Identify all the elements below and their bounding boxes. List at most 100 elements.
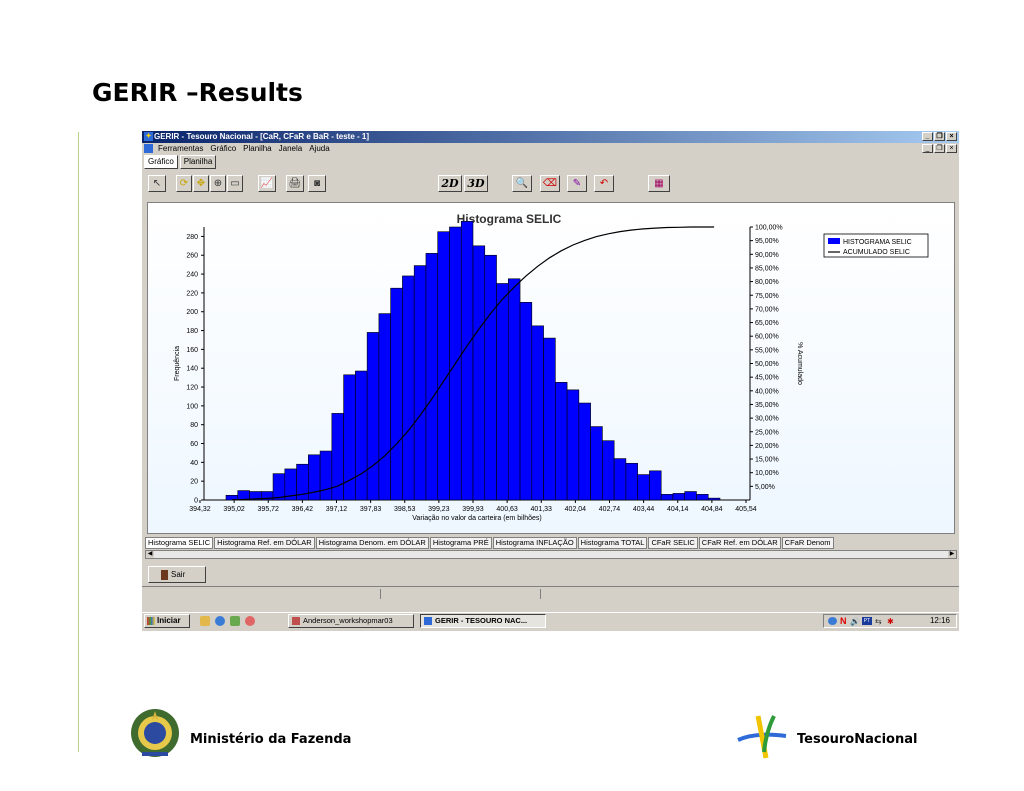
sheet-tab-histograma-total[interactable]: Histograma TOTAL (577, 537, 648, 549)
y2-axis-label: % Acumulado (796, 342, 803, 385)
antivirus-icon[interactable]: N (840, 615, 847, 627)
x-tick-label: 404,84 (701, 506, 723, 513)
desktop-icon[interactable] (200, 616, 210, 626)
tab-planilha[interactable]: Planilha (179, 155, 217, 169)
magnifier-icon[interactable]: 🔍 (512, 175, 532, 192)
doc-close-button[interactable]: × (946, 144, 957, 153)
document-icon (144, 144, 153, 153)
histogram-bar (696, 494, 709, 501)
move-icon[interactable]: ✥ (193, 175, 209, 192)
x-tick-label: 397,83 (360, 506, 382, 513)
speaker-icon[interactable]: 🔊 (850, 616, 860, 628)
histogram-bar (402, 275, 415, 501)
menu-ajuda[interactable]: Ajuda (309, 143, 329, 155)
task-gerir[interactable]: GERIR - TESOURO NAC... (420, 614, 546, 628)
view-tabs: Gráfico Planilha (144, 155, 217, 169)
sheet-tab-cfar-selic[interactable]: CFaR SELIC (648, 537, 698, 549)
histogram-bar (625, 462, 638, 501)
y-tick-label: 280 (186, 234, 198, 241)
menu-grafico[interactable]: Gráfico (210, 143, 236, 155)
ie-icon[interactable] (215, 616, 225, 626)
eraser-icon[interactable]: ⌫ (540, 175, 560, 192)
language-icon[interactable]: PT (862, 617, 872, 625)
x-tick-label: 399,23 (428, 506, 450, 513)
menu-ferramentas[interactable]: Ferramentas (158, 143, 203, 155)
task-powerpoint[interactable]: Anderson_workshopmar03 (288, 614, 414, 628)
app-logo-icon: ✦ (144, 132, 153, 141)
rotate-icon[interactable]: ⟳ (176, 175, 192, 192)
frame-icon[interactable]: ▭ (227, 175, 243, 192)
media-icon[interactable] (245, 616, 255, 626)
print-icon[interactable]: 🖨 (286, 175, 304, 192)
y-tick-label: 180 (186, 328, 198, 335)
x-tick-label: 395,02 (223, 506, 245, 513)
chart-icon[interactable]: 📈 (258, 175, 276, 192)
chart-panel: Histograma SELIC 0 20 40 60 80 100 120 140 160 180… (147, 202, 955, 534)
histogram-bar (637, 474, 650, 501)
x-tick-label: 394,32 (189, 506, 211, 513)
outlook-icon[interactable] (230, 616, 240, 626)
histogram-bar (343, 374, 356, 501)
menu-planilha[interactable]: Planilha (243, 143, 271, 155)
y2-tick-label: 95,00% (755, 238, 779, 245)
app-screenshot: ✦ GERIR - Tesouro Nacional - [CaR, CFaR … (142, 131, 959, 631)
y2-tick-label: 5,00% (755, 484, 775, 491)
legend-label-line: ACUMULADO SELIC (843, 249, 910, 256)
x-tick-label: 404,14 (667, 506, 689, 513)
y2-tick-label: 60,00% (755, 334, 779, 341)
legend-label-bars: HISTOGRAMA SELIC (843, 239, 912, 246)
exit-button-label: Sair (171, 570, 186, 579)
histogram-bar (613, 458, 627, 501)
histogram-bar (507, 278, 521, 501)
undo-icon[interactable]: ↶ (594, 175, 614, 192)
y2-tick-label: 65,00% (755, 320, 779, 327)
grid-icon[interactable]: ▦ (648, 175, 670, 192)
color-icon[interactable]: ◙ (308, 175, 326, 192)
sheet-tab-cfar-ref-dolar[interactable]: CFaR Ref. em DÓLAR (698, 537, 781, 549)
y2-tick-label: 10,00% (755, 470, 779, 477)
histogram-bar (602, 440, 615, 501)
x-axis-label: Variação no valor da carteira (em bilhõe… (412, 515, 541, 522)
zoom-icon[interactable]: ⊕ (210, 175, 226, 192)
footer-ministerio: Ministério da Fazenda (190, 732, 352, 747)
doc-restore-button[interactable]: ❐ (934, 144, 945, 153)
y2-tick-label: 70,00% (755, 306, 779, 313)
view-3d-button[interactable]: 3D (464, 175, 488, 192)
menu-janela[interactable]: Janela (279, 143, 303, 155)
pointer-tool-button[interactable]: ↖ (148, 175, 166, 192)
histogram-bar (366, 332, 380, 501)
start-label: Iniciar (157, 616, 181, 625)
tesouro-nacional-logo-icon (737, 715, 787, 759)
start-button[interactable]: Iniciar (144, 614, 190, 628)
y-tick-label: 60 (190, 441, 198, 448)
scroll-left-arrow-icon[interactable]: ◀ (146, 551, 154, 558)
y2-tick-label: 40,00% (755, 388, 779, 395)
sheet-tab-histograma-inflacao[interactable]: Histograma INFLAÇÃO (492, 537, 577, 549)
sheet-tab-histograma-pre[interactable]: Histograma PRÉ (429, 537, 492, 549)
sheet-tab-histograma-denom-dolar[interactable]: Histograma Denom. em DÓLAR (315, 537, 429, 549)
histogram-bar (531, 325, 544, 501)
restore-button[interactable]: ❐ (934, 132, 945, 141)
view-2d-button[interactable]: 2D (438, 175, 462, 192)
door-icon (161, 569, 168, 580)
scroll-right-arrow-icon[interactable]: ▶ (948, 551, 956, 558)
usb-icon[interactable]: ⇆ (875, 616, 882, 628)
x-tick-label: 402,04 (565, 506, 587, 513)
tool-icon[interactable]: ✱ (887, 616, 894, 628)
doc-minimize-button[interactable]: _ (922, 144, 933, 153)
pencil-icon[interactable]: ✎ (567, 175, 587, 192)
y-tick-label: 140 (186, 366, 198, 373)
minimize-button[interactable]: _ (922, 132, 933, 141)
sheet-tab-histograma-ref-dolar[interactable]: Histograma Ref. em DÓLAR (214, 537, 315, 549)
sheet-tab-cfar-denom[interactable]: CFaR Denom (781, 537, 834, 549)
exit-button[interactable]: Sair (148, 566, 206, 583)
x-tick-label: 398,53 (394, 506, 416, 513)
tab-grafico[interactable]: Gráfico (144, 155, 178, 169)
close-button[interactable]: × (946, 132, 957, 141)
sheet-tab-histograma-selic[interactable]: Histograma SELIC (145, 537, 214, 549)
footer-tesouro: TesouroNacional (797, 732, 918, 747)
histogram-bar (590, 426, 603, 501)
gerir-icon (424, 617, 432, 625)
horizontal-scrollbar[interactable]: ◀ ▶ (145, 550, 957, 559)
network-icon[interactable] (828, 617, 837, 625)
